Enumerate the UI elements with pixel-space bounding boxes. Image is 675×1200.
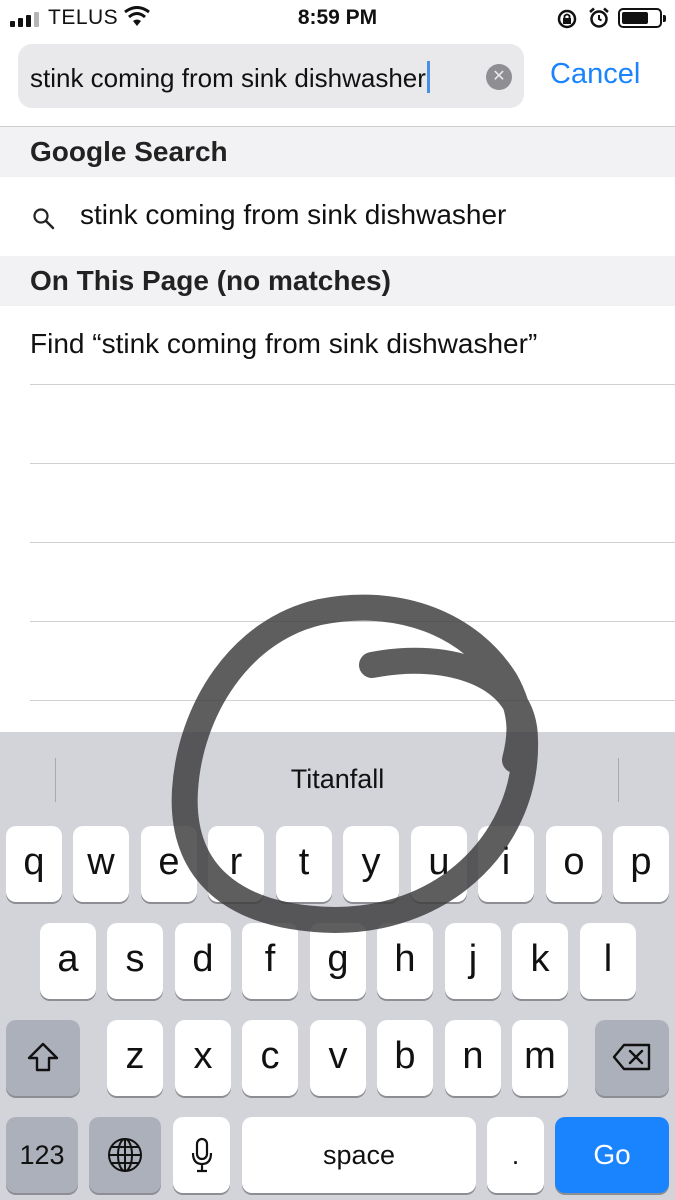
- delete-key[interactable]: [595, 1020, 669, 1096]
- key-v[interactable]: v: [310, 1020, 366, 1096]
- shift-key[interactable]: [6, 1020, 80, 1096]
- row-divider: [30, 463, 675, 464]
- row-divider: [30, 542, 675, 543]
- shift-icon: [27, 1042, 59, 1072]
- globe-key[interactable]: [89, 1117, 161, 1193]
- text-cursor: [426, 61, 430, 93]
- rotation-lock-icon: [557, 9, 577, 29]
- keyboard: Titanfall q w e r t y u i o p a s d f g …: [0, 732, 675, 1200]
- key-z[interactable]: z: [107, 1020, 163, 1096]
- key-a[interactable]: a: [40, 923, 96, 999]
- section-title: On This Page (no matches): [30, 265, 391, 296]
- key-d[interactable]: d: [175, 923, 231, 999]
- battery-icon: [618, 8, 666, 28]
- microphone-icon: [191, 1137, 212, 1173]
- key-g[interactable]: g: [310, 923, 366, 999]
- find-on-page-row[interactable]: Find “stink coming from sink dishwasher”: [0, 306, 675, 384]
- key-k[interactable]: k: [512, 923, 568, 999]
- period-key[interactable]: .: [487, 1117, 544, 1193]
- key-f[interactable]: f: [242, 923, 298, 999]
- key-i[interactable]: i: [478, 826, 534, 902]
- key-u[interactable]: u: [411, 826, 467, 902]
- search-input[interactable]: stink coming from sink dishwasher: [30, 61, 430, 94]
- key-e[interactable]: e: [141, 826, 197, 902]
- go-button[interactable]: Go: [555, 1117, 669, 1193]
- space-key[interactable]: space: [242, 1117, 476, 1193]
- dictation-key[interactable]: [173, 1117, 230, 1193]
- google-search-section-header: Google Search: [0, 127, 675, 177]
- key-p[interactable]: p: [613, 826, 669, 902]
- on-this-page-section-header: On This Page (no matches): [0, 256, 675, 306]
- key-m[interactable]: m: [512, 1020, 568, 1096]
- key-t[interactable]: t: [276, 826, 332, 902]
- key-l[interactable]: l: [580, 923, 636, 999]
- predictive-suggestion[interactable]: Titanfall: [0, 764, 675, 795]
- key-w[interactable]: w: [73, 826, 129, 902]
- key-r[interactable]: r: [208, 826, 264, 902]
- search-field[interactable]: stink coming from sink dishwasher ✕: [18, 44, 524, 108]
- google-suggestion-row[interactable]: stink coming from sink dishwasher: [0, 177, 675, 255]
- suggestion-text: stink coming from sink dishwasher: [80, 199, 507, 230]
- key-n[interactable]: n: [445, 1020, 501, 1096]
- prediction-divider: [618, 758, 619, 802]
- row-divider: [30, 621, 675, 622]
- backspace-icon: [612, 1043, 651, 1071]
- key-x[interactable]: x: [175, 1020, 231, 1096]
- key-o[interactable]: o: [546, 826, 602, 902]
- search-icon: [33, 208, 55, 230]
- row-divider: [30, 700, 675, 701]
- key-h[interactable]: h: [377, 923, 433, 999]
- cancel-button[interactable]: Cancel: [550, 58, 640, 91]
- key-y[interactable]: y: [343, 826, 399, 902]
- numbers-key[interactable]: 123: [6, 1117, 78, 1193]
- globe-icon: [108, 1138, 142, 1172]
- status-bar: TELUS 8:59 PM: [0, 0, 675, 36]
- key-c[interactable]: c: [242, 1020, 298, 1096]
- find-on-page-text: Find “stink coming from sink dishwasher”: [30, 328, 538, 359]
- clear-search-button[interactable]: ✕: [486, 64, 512, 90]
- key-j[interactable]: j: [445, 923, 501, 999]
- key-b[interactable]: b: [377, 1020, 433, 1096]
- alarm-icon: [589, 7, 609, 28]
- row-divider: [30, 384, 675, 385]
- key-q[interactable]: q: [6, 826, 62, 902]
- key-s[interactable]: s: [107, 923, 163, 999]
- section-title: Google Search: [30, 136, 228, 167]
